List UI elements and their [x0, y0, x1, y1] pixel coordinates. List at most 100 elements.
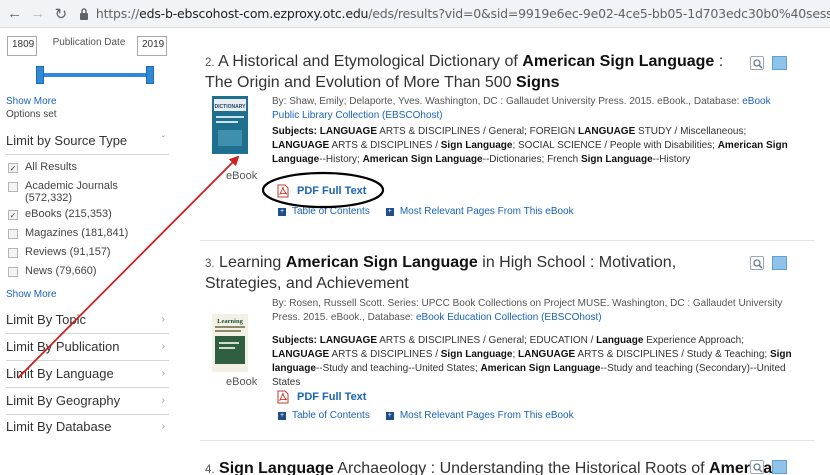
pdf-full-text-link[interactable]: PDF Full Text: [277, 390, 366, 404]
publication-date-label: Publication Date: [52, 37, 126, 48]
expand-plus-icon[interactable]: +: [278, 207, 286, 216]
facet-magazines[interactable]: Magazines (181,841): [8, 227, 128, 239]
limit-by-database[interactable]: Limit By Database ›: [6, 412, 169, 440]
date-to-input[interactable]: 2019: [137, 36, 167, 56]
limit-by-language[interactable]: Limit By Language ›: [6, 360, 169, 388]
chevron-right-icon: ›: [161, 395, 165, 406]
result-divider: [200, 240, 815, 241]
result-title[interactable]: 4. Sign Language Archaeology : Understan…: [205, 459, 782, 475]
limit-label: Limit By Topic: [6, 312, 86, 327]
result-meta: By: Rosen, Russell Scott. Series: UPCC B…: [272, 297, 797, 325]
ebook-cover-thumbnail[interactable]: DICTIONARY: [212, 96, 248, 154]
format-label: eBook: [226, 170, 258, 182]
source-type-heading-label: Limit by Source Type: [6, 133, 128, 148]
subject-text: Experience Approach;: [643, 335, 745, 346]
pdf-full-text-link[interactable]: PDF Full Text: [277, 184, 366, 198]
title-part: Learning: [219, 254, 286, 271]
result-title[interactable]: 3. Learning American Sign Language in Hi…: [205, 253, 735, 294]
relevant-pages-link[interactable]: Most Relevant Pages From This eBook: [400, 410, 574, 421]
subject-bold: LANGUAGE: [272, 140, 330, 151]
pdf-icon: [277, 184, 289, 198]
expand-plus-icon[interactable]: +: [385, 207, 394, 216]
database-link[interactable]: eBook Education Collection (EBSCOhost): [416, 312, 602, 323]
subject-bold: Sign Language: [440, 349, 513, 360]
lock-icon: [79, 7, 90, 20]
preview-magnifier-icon[interactable]: [750, 460, 764, 474]
facet-news[interactable]: News (79,660): [8, 265, 97, 277]
sidebar: 1809 Publication Date 2019 Show More Opt…: [0, 28, 185, 475]
date-slider-track[interactable]: [40, 73, 150, 77]
checkbox-checked-icon[interactable]: ✓: [8, 210, 18, 220]
subject-bold: Sign Language: [440, 140, 513, 151]
result-title[interactable]: 2. A Historical and Etymological Diction…: [205, 52, 735, 93]
back-arrow-icon[interactable]: ←: [6, 5, 23, 23]
relevant-pages-link[interactable]: Most Relevant Pages From This eBook: [400, 206, 574, 217]
expand-plus-icon[interactable]: +: [278, 411, 286, 420]
facet-all-results[interactable]: ✓ All Results: [8, 161, 77, 173]
facet-count: (572,332): [25, 192, 73, 204]
source-type-heading[interactable]: Limit by Source Type ˇ: [6, 127, 169, 155]
show-more-link[interactable]: Show More: [6, 289, 57, 300]
facet-label: All Results: [25, 161, 77, 173]
add-to-folder-icon[interactable]: [772, 56, 787, 70]
facet-academic-journals[interactable]: Academic Journals (572,332): [8, 180, 118, 204]
checkbox-icon[interactable]: [8, 248, 18, 258]
subject-bold: Subjects: LANGUAGE: [272, 126, 378, 137]
facet-label-name: Academic Journals: [25, 180, 118, 192]
limit-by-publication[interactable]: Limit By Publication ›: [6, 333, 169, 361]
subject-text: --Study and teaching--United States;: [315, 363, 481, 374]
limit-by-geography[interactable]: Limit By Geography ›: [6, 387, 169, 415]
subject-bold: LANGUAGE: [518, 349, 576, 360]
facet-label: Reviews (91,157): [25, 246, 111, 258]
add-to-folder-icon[interactable]: [772, 460, 787, 474]
forward-arrow-icon[interactable]: →: [29, 5, 46, 23]
date-slider-handle-max[interactable]: [146, 66, 154, 84]
facet-label: Academic Journals (572,332): [25, 180, 118, 204]
chevron-right-icon: ›: [161, 368, 165, 379]
options-set-label: Options set: [6, 109, 57, 120]
checkbox-icon[interactable]: [8, 229, 18, 239]
checkbox-checked-icon[interactable]: ✓: [8, 163, 18, 173]
title-part-bold: American Sign Language: [285, 254, 478, 271]
preview-magnifier-icon[interactable]: [750, 256, 764, 270]
ebook-cover-thumbnail[interactable]: Learning: [212, 314, 248, 372]
add-to-folder-icon[interactable]: [772, 256, 787, 270]
date-slider-handle-min[interactable]: [36, 66, 44, 84]
facet-reviews[interactable]: Reviews (91,157): [8, 246, 111, 258]
result-subjects: Subjects: LANGUAGE ARTS & DISCIPLINES / …: [272, 334, 797, 390]
url-path: /eds/results?vid=0&sid=9919e6ec-9e02-4ce…: [368, 6, 830, 21]
facet-ebooks[interactable]: ✓ eBooks (215,353): [8, 208, 112, 220]
date-from-input[interactable]: 1809: [7, 36, 37, 56]
reload-icon[interactable]: ↻: [52, 5, 69, 23]
facet-label: eBooks (215,353): [25, 208, 112, 220]
subject-text: ARTS & DISCIPLINES / Study & Teaching;: [575, 349, 770, 360]
subject-text: ; SOCIAL SCIENCE / People with Disabilit…: [512, 140, 718, 151]
pdf-icon: [277, 390, 289, 404]
subject-bold: American Sign Language: [480, 363, 601, 374]
show-more-link[interactable]: Show More: [6, 96, 57, 107]
subject-text: --History: [652, 154, 691, 165]
pdf-full-text-label: PDF Full Text: [297, 391, 367, 403]
expand-plus-icon[interactable]: +: [385, 411, 394, 420]
chevron-right-icon: ›: [161, 341, 165, 352]
cover-title-text: Learning: [217, 318, 243, 325]
subject-bold: Subjects: LANGUAGE: [272, 335, 378, 346]
url-host: eds-b-ebscohost-com.ezproxy.otc.edu: [139, 6, 369, 21]
checkbox-icon[interactable]: [8, 182, 18, 192]
subject-text: --Dictionaries; French: [482, 154, 581, 165]
title-part-bold: Sign Language: [219, 460, 334, 475]
limit-label: Limit By Language: [6, 366, 114, 381]
meta-text: By: Shaw, Emily; Delaporte, Yves. Washin…: [272, 96, 743, 107]
preview-magnifier-icon[interactable]: [750, 56, 764, 70]
result-links: + Table of Contents + Most Relevant Pages …: [278, 206, 574, 217]
address-bar[interactable]: https://eds-b-ebscohost-com.ezproxy.otc.…: [96, 6, 830, 21]
table-of-contents-link[interactable]: Table of Contents: [292, 206, 370, 217]
checkbox-icon[interactable]: [8, 267, 18, 277]
pdf-full-text-label: PDF Full Text: [297, 185, 367, 197]
limit-by-topic[interactable]: Limit By Topic ›: [6, 306, 169, 334]
cover-title-text: DICTIONARY: [215, 104, 247, 110]
table-of-contents-link[interactable]: Table of Contents: [292, 410, 370, 421]
format-label: eBook: [226, 376, 258, 388]
result-divider: [200, 440, 815, 441]
result-actions: [750, 56, 787, 70]
